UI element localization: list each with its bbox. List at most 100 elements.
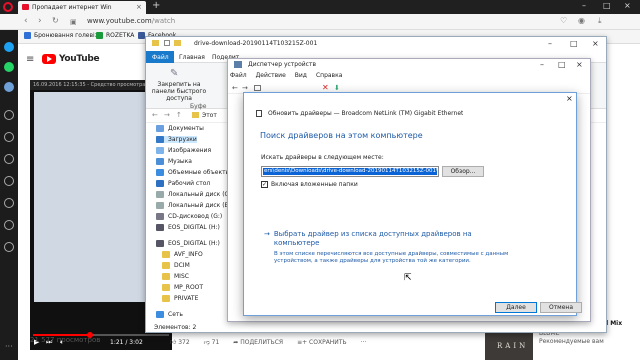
pick-driver-link[interactable]: → Выбрать драйвер из списка доступных др… [264,230,504,248]
menu-file[interactable]: Файл [230,72,247,79]
extensions-icon[interactable] [4,242,14,252]
dm-close-icon[interactable]: × [576,60,583,69]
hamburger-menu-icon[interactable]: ≡ [26,54,34,65]
cancel-button[interactable]: Отмена [540,302,582,313]
search-location-label: Искать драйверы в следующем месте: [261,154,384,161]
tree-item[interactable]: PRIVATE [162,295,198,302]
dislike-button[interactable]: 👎︎ 71 [204,338,220,346]
dm-forward-icon[interactable]: → [242,84,248,92]
like-button[interactable]: 👍︎ 372 [170,338,190,346]
device-icon [256,110,262,117]
back-icon[interactable]: ‹ [24,16,28,26]
checkbox-checked-icon[interactable]: ✓ [261,181,268,188]
like-count: 372 [178,339,190,346]
include-subfolders-checkbox[interactable]: ✓ Включая вложенные папки [261,181,358,188]
browse-button[interactable]: Обзор... [442,166,484,177]
vk-icon[interactable] [4,82,14,92]
snapshot-icon[interactable] [4,132,14,142]
next-button[interactable]: Далее [495,302,537,313]
tree-item[interactable]: CD-дисковод (G:) [156,213,222,220]
ex-forward-icon[interactable]: → [164,111,170,119]
download-icon[interactable]: ⤓ [598,16,602,26]
tree-item[interactable]: AVF_INFO [162,251,203,258]
whatsapp-icon[interactable] [4,62,14,72]
navigation-tree: Документы Загрузки Изображения Музыка Об… [146,123,233,323]
tab-file[interactable]: Файл [146,51,174,63]
dm-scan-icon[interactable]: ⬇ [334,84,340,92]
ex-close-icon[interactable]: × [592,39,599,48]
folder-icon [152,40,159,46]
tree-item[interactable]: Рабочий стол [156,180,210,187]
bookmark-item[interactable]: Бронювання голевіз [24,32,98,39]
opera-sidebar: ··· [0,30,18,360]
dialog-heading: Поиск драйверов на этом компьютере [260,131,423,140]
camera-icon[interactable]: ◉ [578,16,585,25]
devmgr-menu: Файл Действие Вид Справка [230,72,342,79]
url-field[interactable]: www.youtube.com/watch [87,17,487,25]
new-folder-icon[interactable] [174,40,181,46]
dialog-close-icon[interactable]: × [566,94,573,103]
tree-item[interactable]: Объемные объекты [156,169,230,176]
news-icon[interactable] [4,198,14,208]
tree-item[interactable]: Изображения [156,147,211,154]
dm-maximize-icon[interactable]: □ [558,60,566,69]
properties-icon[interactable] [164,40,170,46]
dm-back-icon[interactable]: ← [232,84,238,92]
time-display: 1:21 / 3:02 [110,339,143,346]
clock-icon[interactable] [4,220,14,230]
tree-item[interactable]: EOS_DIGITAL (H:) [156,224,220,231]
bookmark-heart-icon[interactable]: ♡ [560,16,567,25]
more-actions-icon[interactable]: ··· [361,339,367,346]
pin-icon[interactable]: ✎ [170,68,178,79]
save-button[interactable]: ≡+ СОХРАНИТЬ [297,339,347,346]
minimize-icon[interactable]: – [582,1,586,10]
tree-item[interactable]: Сеть [156,311,183,318]
tree-item[interactable]: Музыка [156,158,192,165]
menu-action[interactable]: Действие [256,72,286,79]
opera-logo-icon[interactable] [3,2,13,12]
tree-item[interactable]: Локальный диск (C:) [156,191,233,198]
history-icon[interactable] [4,154,14,164]
more-icon[interactable]: ··· [5,342,13,351]
tree-item[interactable]: EOS_DIGITAL (H:) [156,240,220,247]
forward-icon[interactable]: › [38,16,42,26]
dislike-count: 71 [211,339,220,346]
path-field[interactable]: Этот [202,112,217,119]
pin-quick-access-button[interactable]: Закрепить на панели быстрого доступа [148,81,210,102]
tree-item[interactable]: Загрузки [156,136,197,143]
share-button[interactable]: ➦ ПОДЕЛИТЬСЯ [233,339,283,346]
heart-icon[interactable] [4,176,14,186]
dm-properties-icon[interactable] [254,85,261,91]
speed-dial-icon[interactable] [4,110,14,120]
tree-item[interactable]: Локальный диск (E:) [156,202,233,209]
ex-maximize-icon[interactable]: □ [570,39,578,48]
tree-item[interactable]: DCIM [162,262,190,269]
tree-item[interactable]: MISC [162,273,189,280]
close-icon[interactable]: × [624,1,631,10]
address-bar: ‹ › ↻ ▣ www.youtube.com/watch ♡ ◉ ⤓ [0,14,640,30]
rec-subtitle: Рекомендуемые вам [539,338,604,345]
messenger-icon[interactable] [4,42,14,52]
tab-title: Пропадает интернет Win [32,4,112,11]
tab-close-icon[interactable]: × [136,3,142,11]
ex-back-icon[interactable]: ← [152,111,158,119]
maximize-icon[interactable]: □ [603,1,611,10]
driver-path-input[interactable]: ers\denis\Downloads\drive-download-20190… [261,166,439,177]
ex-up-icon[interactable]: ↑ [176,111,182,119]
new-tab-button[interactable]: + [152,1,160,11]
menu-help[interactable]: Справка [316,72,342,79]
reload-icon[interactable]: ↻ [52,16,59,25]
lock-icon: ▣ [70,18,77,26]
explorer-titlebar: drive-download-20190114T103215Z-001 – □ … [146,37,606,51]
pick-driver-description: В этом списке перечисляются все доступны… [274,251,509,264]
dm-uninstall-icon[interactable]: ✕ [322,83,329,92]
tab-home[interactable]: Главная [179,54,205,61]
browser-tab[interactable]: Пропадает интернет Win × [18,1,146,14]
tree-item[interactable]: Документы [156,125,204,132]
menu-view[interactable]: Вид [295,72,307,79]
youtube-wordmark[interactable]: YouTube [59,54,100,64]
ex-minimize-icon[interactable]: – [548,39,552,48]
tree-item[interactable]: MP_ROOT [162,284,203,291]
dm-minimize-icon[interactable]: – [540,60,544,69]
bookmark-item[interactable]: ROZETKA [96,32,134,39]
